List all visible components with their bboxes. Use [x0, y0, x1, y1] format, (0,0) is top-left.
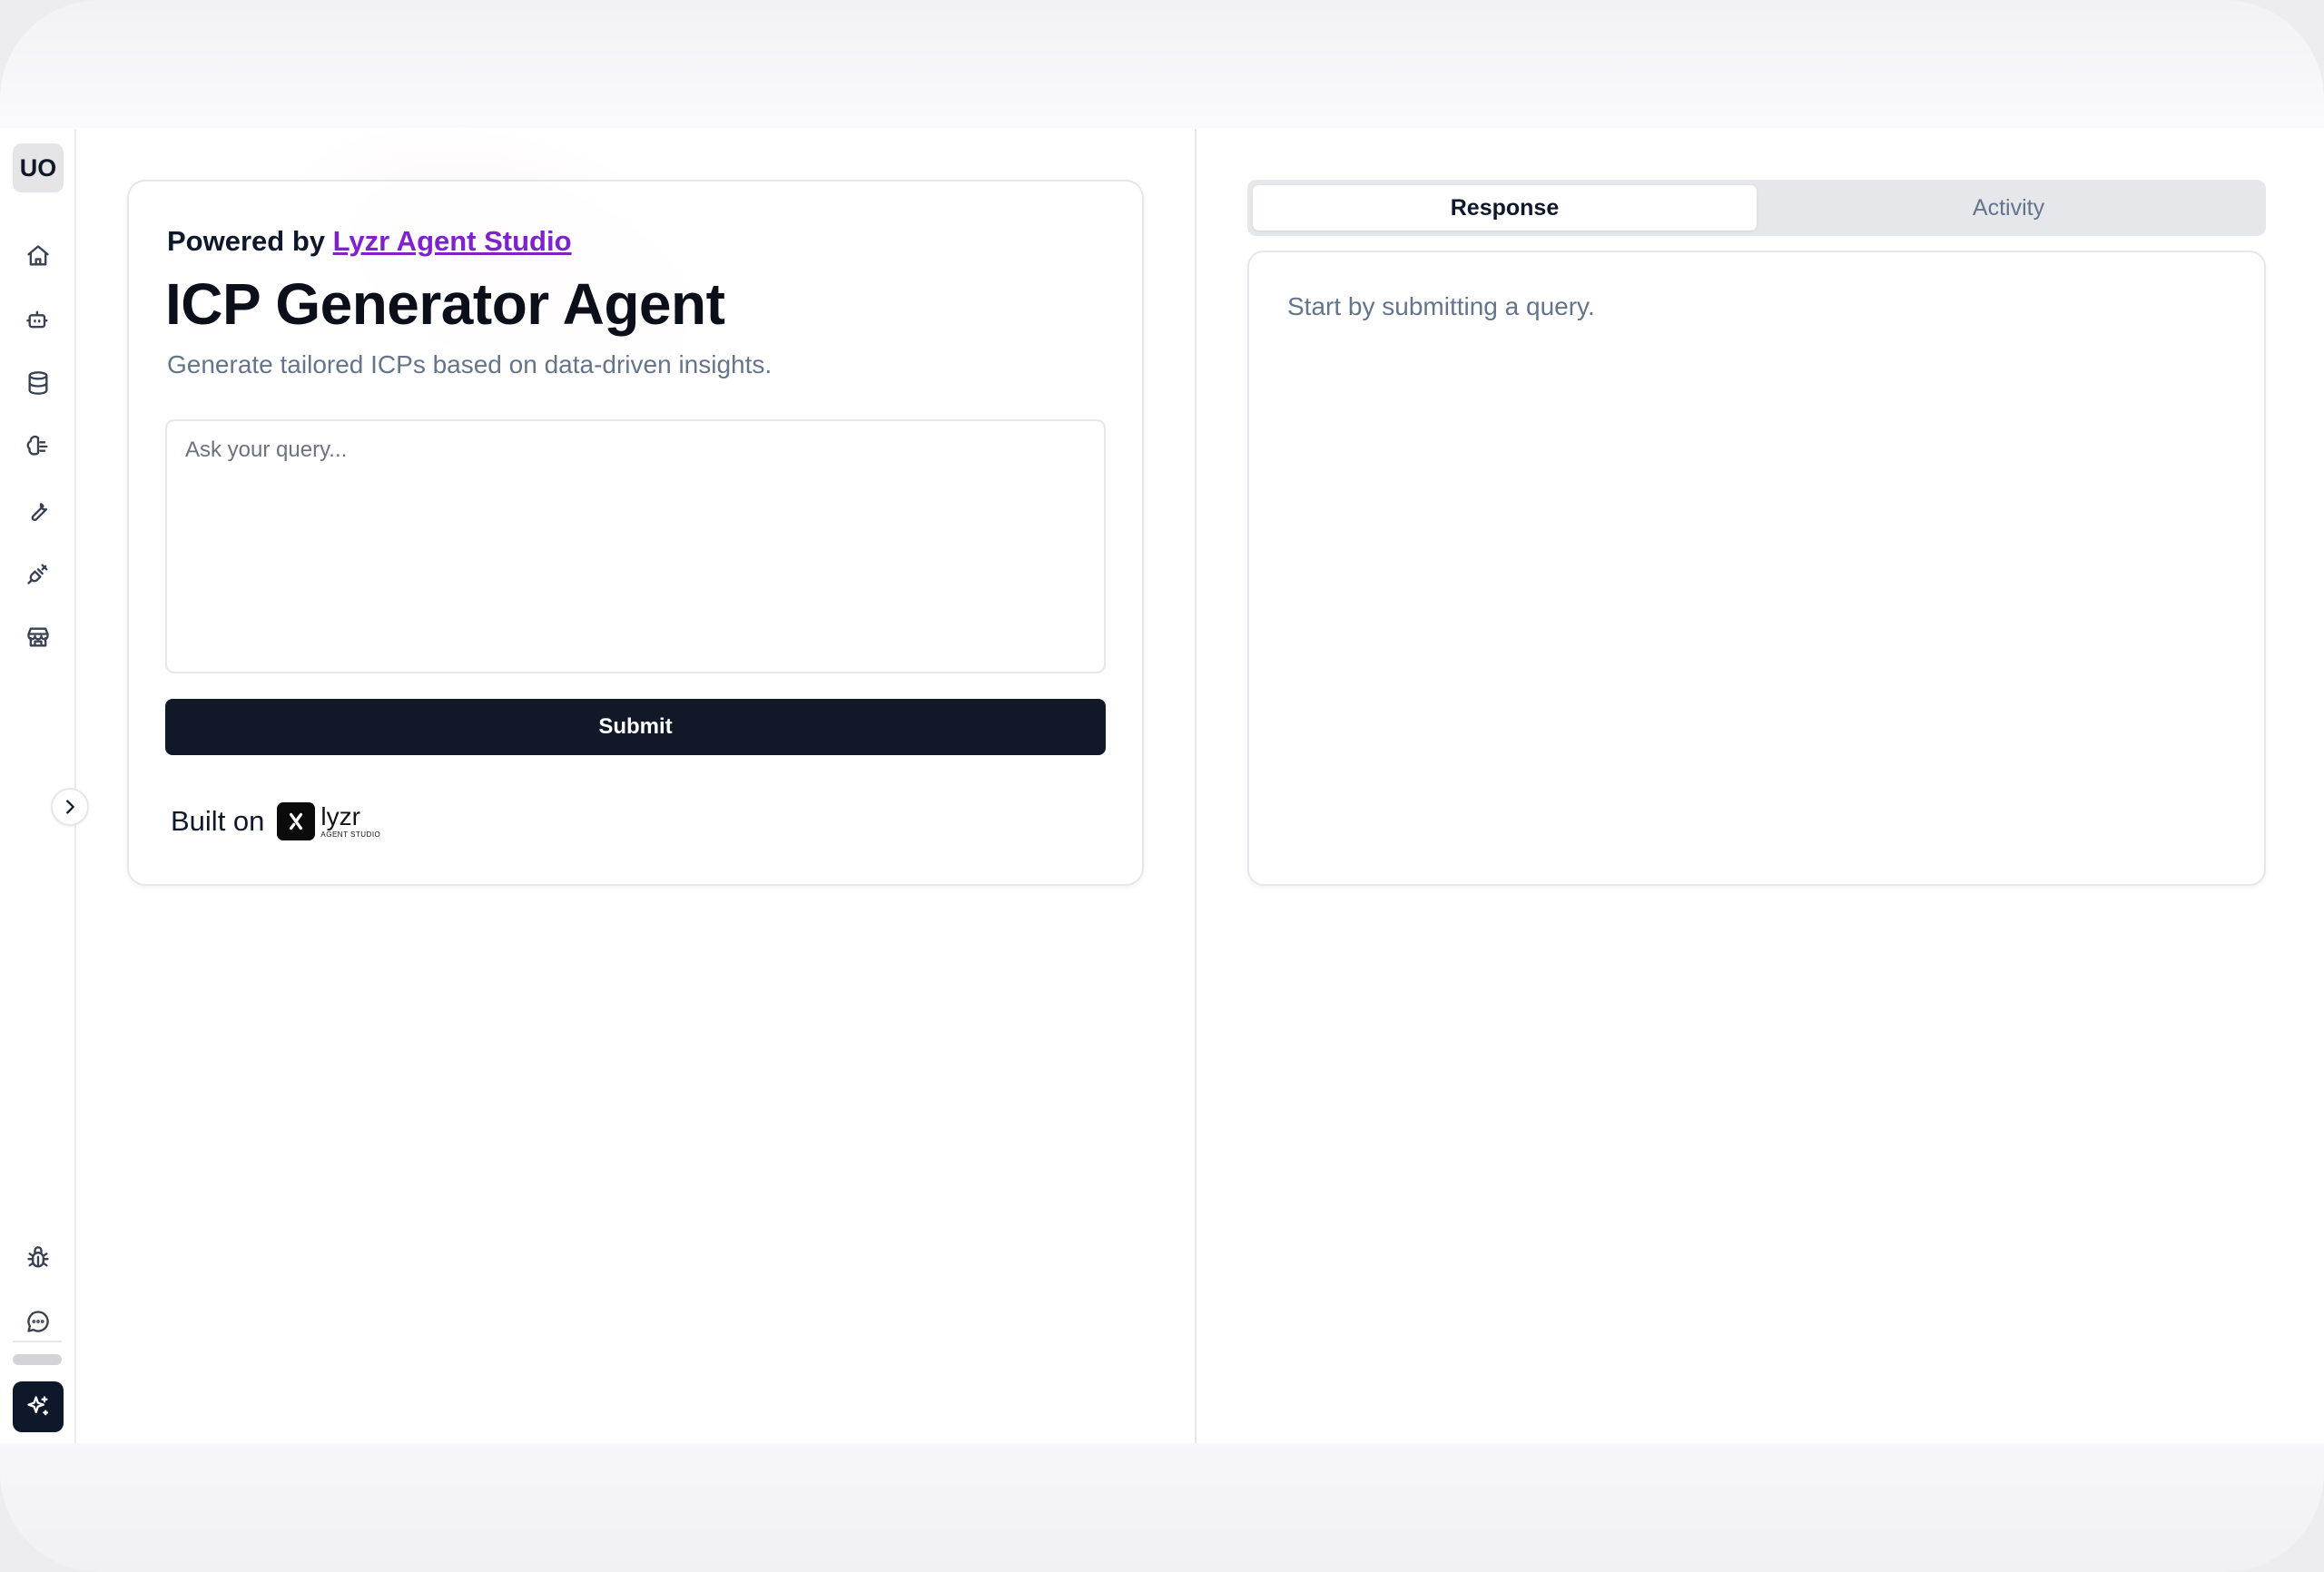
sparkles-icon[interactable] [13, 1381, 64, 1432]
wrench-icon[interactable] [18, 490, 58, 530]
agent-pane: Powered by Lyzr Agent Studio ICP Generat… [76, 129, 1195, 1443]
page-title: ICP Generator Agent [165, 271, 725, 337]
logo-subtitle: AGENT STUDIO [320, 830, 381, 839]
database-icon[interactable] [18, 363, 58, 403]
query-input[interactable] [165, 419, 1106, 673]
app-window: UO Powered by Lyzr Agent Studio ICP Gene… [0, 129, 2324, 1443]
chevron-right-icon [66, 800, 74, 814]
response-empty-text: Start by submitting a query. [1287, 292, 1595, 320]
agent-card: Powered by Lyzr Agent Studio ICP Generat… [127, 180, 1144, 886]
brain-icon[interactable] [18, 427, 58, 467]
page-subtitle: Generate tailored ICPs based on data-dri… [167, 350, 773, 378]
chat-bubble-icon[interactable] [18, 1302, 58, 1341]
bug-icon[interactable] [18, 1238, 58, 1278]
sidebar-scrollbar[interactable] [13, 1354, 62, 1365]
response-panel: Start by submitting a query. [1247, 251, 2266, 886]
expand-sidebar-button[interactable] [51, 788, 89, 826]
output-tabs: Response Activity [1247, 180, 2266, 236]
agent-bot-icon[interactable] [18, 300, 58, 339]
powered-by-prefix: Powered by [167, 225, 325, 257]
lyzr-logo-icon [277, 802, 316, 840]
app-frame: UO Powered by Lyzr Agent Studio ICP Gene… [0, 0, 2324, 1572]
tab-activity[interactable]: Activity [1757, 185, 2260, 231]
lyzr-logo[interactable]: lyzr AGENT STUDIO [277, 802, 380, 840]
output-pane: Response Activity Start by submitting a … [1196, 129, 2324, 1443]
store-icon[interactable] [18, 617, 58, 657]
lyzr-studio-link[interactable]: Lyzr Agent Studio [333, 225, 572, 257]
user-avatar[interactable]: UO [13, 143, 64, 192]
built-on-label: Built on [171, 805, 265, 837]
powered-by-line: Powered by Lyzr Agent Studio [167, 225, 572, 258]
plug-icon[interactable] [18, 554, 58, 594]
logo-wordmark: lyzr [320, 802, 360, 830]
submit-button[interactable]: Submit [165, 699, 1106, 755]
sidebar-divider [13, 1341, 62, 1342]
built-on-footer: Built on lyzr AGENT STUDIO [171, 802, 380, 840]
tab-response[interactable]: Response [1253, 185, 1757, 231]
sidebar: UO [0, 129, 76, 1443]
home-icon[interactable] [18, 236, 58, 276]
